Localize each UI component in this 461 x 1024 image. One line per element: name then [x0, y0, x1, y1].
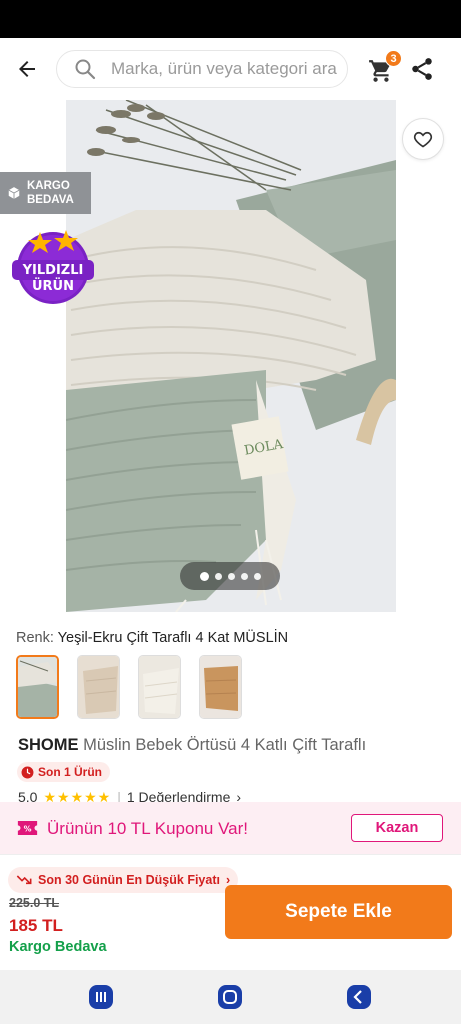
product-gallery[interactable]: DOLA KARGO BEDAVA YILDIZLI ÜRÜN: [0, 100, 461, 612]
product-image[interactable]: DOLA: [66, 100, 396, 612]
starred-badge-line1: YILDIZLI: [22, 263, 84, 278]
search-bar[interactable]: [56, 50, 348, 88]
lowest-price-badge[interactable]: Son 30 Günün En Düşük Fiyatı ›: [8, 867, 239, 893]
back-button[interactable]: [12, 54, 42, 84]
trend-down-icon: [16, 875, 32, 885]
product-brand[interactable]: SHOME: [18, 736, 79, 754]
starred-badge-graphic: YILDIZLI ÜRÜN: [12, 230, 94, 304]
color-selection-label: Renk: Yeşil-Ekru Çift Taraflı 4 Kat MÜSL…: [16, 630, 288, 646]
home-icon: [218, 985, 242, 1009]
add-to-cart-button[interactable]: Sepete Ekle: [225, 885, 452, 939]
cargo-badge-line2: BEDAVA: [27, 194, 74, 206]
color-label: Renk:: [16, 630, 54, 646]
clock-icon: [21, 766, 34, 778]
muslin-blanket-photo: DOLA: [66, 100, 396, 612]
back-triangle-icon: [347, 985, 371, 1009]
old-price: 225.0 TL: [9, 896, 60, 910]
variant-beige[interactable]: [77, 655, 120, 719]
color-value: Yeşil-Ekru Çift Taraflı 4 Kat MÜSLİN: [57, 630, 289, 646]
stock-badge: Son 1 Ürün: [17, 762, 111, 782]
heart-icon: [413, 131, 433, 148]
favorite-button[interactable]: [402, 118, 444, 160]
cart-count-badge: 3: [385, 50, 402, 67]
current-price: 185 TL: [9, 916, 63, 935]
search-icon: [75, 59, 96, 80]
top-bar: 3: [0, 38, 461, 100]
system-back-button[interactable]: [346, 984, 372, 1010]
slide-dot[interactable]: [214, 572, 222, 580]
free-cargo-text: Kargo Bedava: [9, 939, 107, 955]
lowest-price-text: Son 30 Günün En Düşük Fiyatı: [38, 873, 220, 887]
home-button[interactable]: [217, 984, 243, 1010]
arrow-left-icon: [19, 61, 35, 77]
product-title: SHOME Müslin Bebek Örtüsü 4 Katlı Çift T…: [18, 736, 366, 755]
coupon-icon: %: [17, 821, 38, 835]
box-icon: [8, 187, 20, 199]
coupon-bar: % Ürünün 10 TL Kuponu Var! Kazan: [0, 802, 461, 854]
recent-apps-button[interactable]: [88, 984, 114, 1010]
slide-dot[interactable]: [199, 571, 209, 581]
slide-indicator[interactable]: [180, 562, 280, 590]
recent-apps-icon: [89, 985, 113, 1009]
share-icon: [412, 58, 432, 80]
slide-dot[interactable]: [240, 572, 248, 580]
coupon-text: Ürünün 10 TL Kuponu Var!: [47, 819, 248, 838]
variant-ecru[interactable]: [138, 655, 181, 719]
svg-text:%: %: [24, 825, 32, 834]
cart-button[interactable]: 3: [368, 50, 402, 84]
variant-tan[interactable]: [199, 655, 242, 719]
share-button[interactable]: [409, 56, 437, 84]
cargo-badge-line1: KARGO: [27, 180, 70, 192]
system-nav-bar: [0, 970, 461, 1024]
earn-coupon-button[interactable]: Kazan: [351, 814, 443, 842]
slide-dot[interactable]: [227, 572, 235, 580]
product-name: Müslin Bebek Örtüsü 4 Katlı Çift Taraflı: [83, 736, 367, 754]
search-input[interactable]: [111, 54, 341, 84]
starred-badge-line2: ÜRÜN: [32, 278, 74, 294]
status-bar: [0, 0, 461, 38]
free-cargo-badge: KARGO BEDAVA: [0, 172, 91, 214]
variant-green-ecru[interactable]: [16, 655, 59, 719]
starred-product-badge: YILDIZLI ÜRÜN: [12, 224, 94, 306]
color-variants: [16, 655, 242, 719]
slide-dot[interactable]: [253, 572, 261, 580]
stock-badge-text: Son 1 Ürün: [38, 765, 103, 779]
